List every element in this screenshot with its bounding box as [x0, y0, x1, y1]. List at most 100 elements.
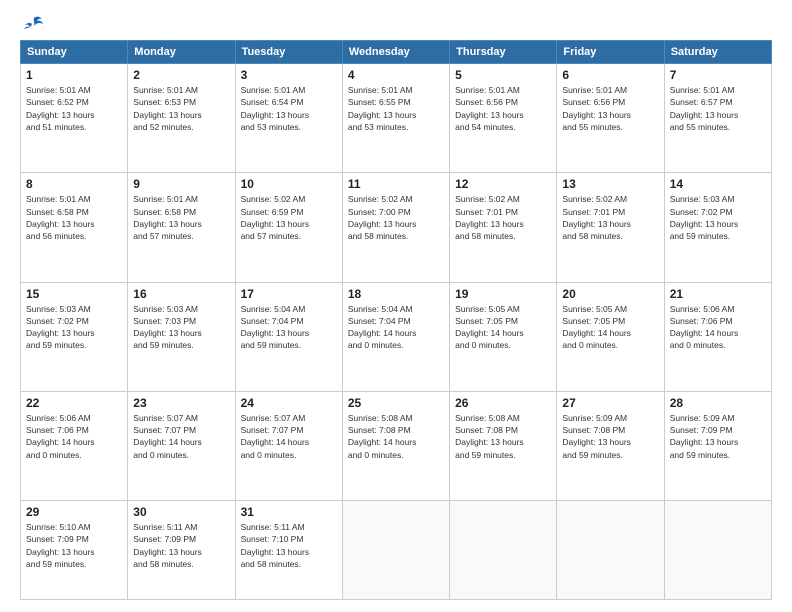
calendar-cell: 9 Sunrise: 5:01 AM Sunset: 6:58 PM Daylig… [128, 173, 235, 282]
day-number: 23 [133, 396, 229, 410]
day-detail: Sunrise: 5:01 AM Sunset: 6:55 PM Dayligh… [348, 84, 444, 133]
calendar-cell: 30 Sunrise: 5:11 AM Sunset: 7:09 PM Dayli… [128, 501, 235, 600]
weekday-header-wednesday: Wednesday [342, 41, 449, 64]
day-detail: Sunrise: 5:01 AM Sunset: 6:57 PM Dayligh… [670, 84, 766, 133]
day-detail: Sunrise: 5:02 AM Sunset: 7:01 PM Dayligh… [455, 193, 551, 242]
logo [20, 16, 46, 32]
day-number: 24 [241, 396, 337, 410]
day-detail: Sunrise: 5:02 AM Sunset: 6:59 PM Dayligh… [241, 193, 337, 242]
calendar-cell: 23 Sunrise: 5:07 AM Sunset: 7:07 PM Dayli… [128, 391, 235, 500]
day-detail: Sunrise: 5:04 AM Sunset: 7:04 PM Dayligh… [241, 303, 337, 352]
day-number: 12 [455, 177, 551, 191]
calendar-cell: 29 Sunrise: 5:10 AM Sunset: 7:09 PM Dayli… [21, 501, 128, 600]
calendar-cell: 13 Sunrise: 5:02 AM Sunset: 7:01 PM Dayli… [557, 173, 664, 282]
day-detail: Sunrise: 5:11 AM Sunset: 7:10 PM Dayligh… [241, 521, 337, 570]
calendar-cell: 25 Sunrise: 5:08 AM Sunset: 7:08 PM Dayli… [342, 391, 449, 500]
day-number: 19 [455, 287, 551, 301]
calendar-cell: 28 Sunrise: 5:09 AM Sunset: 7:09 PM Dayli… [664, 391, 771, 500]
day-number: 7 [670, 68, 766, 82]
day-detail: Sunrise: 5:02 AM Sunset: 7:00 PM Dayligh… [348, 193, 444, 242]
day-number: 16 [133, 287, 229, 301]
day-number: 11 [348, 177, 444, 191]
weekday-header-monday: Monday [128, 41, 235, 64]
day-number: 20 [562, 287, 658, 301]
calendar-cell: 11 Sunrise: 5:02 AM Sunset: 7:00 PM Dayli… [342, 173, 449, 282]
calendar-body: 1Sunrise: 5:01 AM Sunset: 6:52 PM Daylig… [21, 64, 772, 600]
weekday-header-sunday: Sunday [21, 41, 128, 64]
calendar-cell: 22 Sunrise: 5:06 AM Sunset: 7:06 PM Dayli… [21, 391, 128, 500]
calendar-cell: 18 Sunrise: 5:04 AM Sunset: 7:04 PM Dayli… [342, 282, 449, 391]
day-detail: Sunrise: 5:01 AM Sunset: 6:56 PM Dayligh… [562, 84, 658, 133]
calendar-cell [450, 501, 557, 600]
calendar-week-1: 1Sunrise: 5:01 AM Sunset: 6:52 PM Daylig… [21, 64, 772, 173]
calendar-cell: 6Sunrise: 5:01 AM Sunset: 6:56 PM Daylig… [557, 64, 664, 173]
day-number: 17 [241, 287, 337, 301]
day-detail: Sunrise: 5:03 AM Sunset: 7:02 PM Dayligh… [26, 303, 122, 352]
day-detail: Sunrise: 5:01 AM Sunset: 6:58 PM Dayligh… [133, 193, 229, 242]
day-number: 31 [241, 505, 337, 519]
calendar-cell: 26 Sunrise: 5:08 AM Sunset: 7:08 PM Dayli… [450, 391, 557, 500]
day-number: 9 [133, 177, 229, 191]
day-detail: Sunrise: 5:05 AM Sunset: 7:05 PM Dayligh… [455, 303, 551, 352]
day-number: 21 [670, 287, 766, 301]
calendar-week-3: 15 Sunrise: 5:03 AM Sunset: 7:02 PM Dayli… [21, 282, 772, 391]
day-number: 30 [133, 505, 229, 519]
weekday-header-saturday: Saturday [664, 41, 771, 64]
day-detail: Sunrise: 5:09 AM Sunset: 7:09 PM Dayligh… [670, 412, 766, 461]
day-detail: Sunrise: 5:06 AM Sunset: 7:06 PM Dayligh… [26, 412, 122, 461]
day-detail: Sunrise: 5:03 AM Sunset: 7:03 PM Dayligh… [133, 303, 229, 352]
calendar-cell: 31 Sunrise: 5:11 AM Sunset: 7:10 PM Dayli… [235, 501, 342, 600]
day-detail: Sunrise: 5:07 AM Sunset: 7:07 PM Dayligh… [241, 412, 337, 461]
day-number: 5 [455, 68, 551, 82]
day-number: 4 [348, 68, 444, 82]
calendar-cell: 16 Sunrise: 5:03 AM Sunset: 7:03 PM Dayli… [128, 282, 235, 391]
day-detail: Sunrise: 5:06 AM Sunset: 7:06 PM Dayligh… [670, 303, 766, 352]
day-detail: Sunrise: 5:07 AM Sunset: 7:07 PM Dayligh… [133, 412, 229, 461]
weekday-header-thursday: Thursday [450, 41, 557, 64]
day-number: 13 [562, 177, 658, 191]
weekday-header-tuesday: Tuesday [235, 41, 342, 64]
calendar-table: SundayMondayTuesdayWednesdayThursdayFrid… [20, 40, 772, 600]
calendar-cell: 5Sunrise: 5:01 AM Sunset: 6:56 PM Daylig… [450, 64, 557, 173]
calendar-cell [557, 501, 664, 600]
day-detail: Sunrise: 5:08 AM Sunset: 7:08 PM Dayligh… [455, 412, 551, 461]
page: SundayMondayTuesdayWednesdayThursdayFrid… [0, 0, 792, 612]
calendar-cell: 24 Sunrise: 5:07 AM Sunset: 7:07 PM Dayli… [235, 391, 342, 500]
day-detail: Sunrise: 5:09 AM Sunset: 7:08 PM Dayligh… [562, 412, 658, 461]
day-number: 3 [241, 68, 337, 82]
calendar-cell: 17 Sunrise: 5:04 AM Sunset: 7:04 PM Dayli… [235, 282, 342, 391]
day-number: 15 [26, 287, 122, 301]
day-detail: Sunrise: 5:11 AM Sunset: 7:09 PM Dayligh… [133, 521, 229, 570]
calendar-header-row: SundayMondayTuesdayWednesdayThursdayFrid… [21, 41, 772, 64]
day-number: 29 [26, 505, 122, 519]
calendar-cell: 3Sunrise: 5:01 AM Sunset: 6:54 PM Daylig… [235, 64, 342, 173]
calendar-cell: 27Sunrise: 5:09 AM Sunset: 7:08 PM Dayli… [557, 391, 664, 500]
day-number: 1 [26, 68, 122, 82]
day-detail: Sunrise: 5:02 AM Sunset: 7:01 PM Dayligh… [562, 193, 658, 242]
calendar-cell: 1Sunrise: 5:01 AM Sunset: 6:52 PM Daylig… [21, 64, 128, 173]
day-detail: Sunrise: 5:04 AM Sunset: 7:04 PM Dayligh… [348, 303, 444, 352]
day-number: 8 [26, 177, 122, 191]
logo-bird-icon [22, 16, 44, 32]
day-number: 18 [348, 287, 444, 301]
day-detail: Sunrise: 5:03 AM Sunset: 7:02 PM Dayligh… [670, 193, 766, 242]
calendar-cell: 12 Sunrise: 5:02 AM Sunset: 7:01 PM Dayli… [450, 173, 557, 282]
day-detail: Sunrise: 5:08 AM Sunset: 7:08 PM Dayligh… [348, 412, 444, 461]
calendar-cell: 7 Sunrise: 5:01 AM Sunset: 6:57 PM Daylig… [664, 64, 771, 173]
day-number: 10 [241, 177, 337, 191]
day-detail: Sunrise: 5:10 AM Sunset: 7:09 PM Dayligh… [26, 521, 122, 570]
day-number: 28 [670, 396, 766, 410]
calendar-cell: 2Sunrise: 5:01 AM Sunset: 6:53 PM Daylig… [128, 64, 235, 173]
day-number: 22 [26, 396, 122, 410]
day-number: 25 [348, 396, 444, 410]
calendar-week-2: 8 Sunrise: 5:01 AM Sunset: 6:58 PM Daylig… [21, 173, 772, 282]
calendar-cell: 10 Sunrise: 5:02 AM Sunset: 6:59 PM Dayli… [235, 173, 342, 282]
calendar-cell: 19 Sunrise: 5:05 AM Sunset: 7:05 PM Dayli… [450, 282, 557, 391]
calendar-cell: 20Sunrise: 5:05 AM Sunset: 7:05 PM Dayli… [557, 282, 664, 391]
day-number: 26 [455, 396, 551, 410]
calendar-cell [342, 501, 449, 600]
weekday-header-friday: Friday [557, 41, 664, 64]
calendar-cell: 4 Sunrise: 5:01 AM Sunset: 6:55 PM Daylig… [342, 64, 449, 173]
day-number: 14 [670, 177, 766, 191]
calendar-cell [664, 501, 771, 600]
